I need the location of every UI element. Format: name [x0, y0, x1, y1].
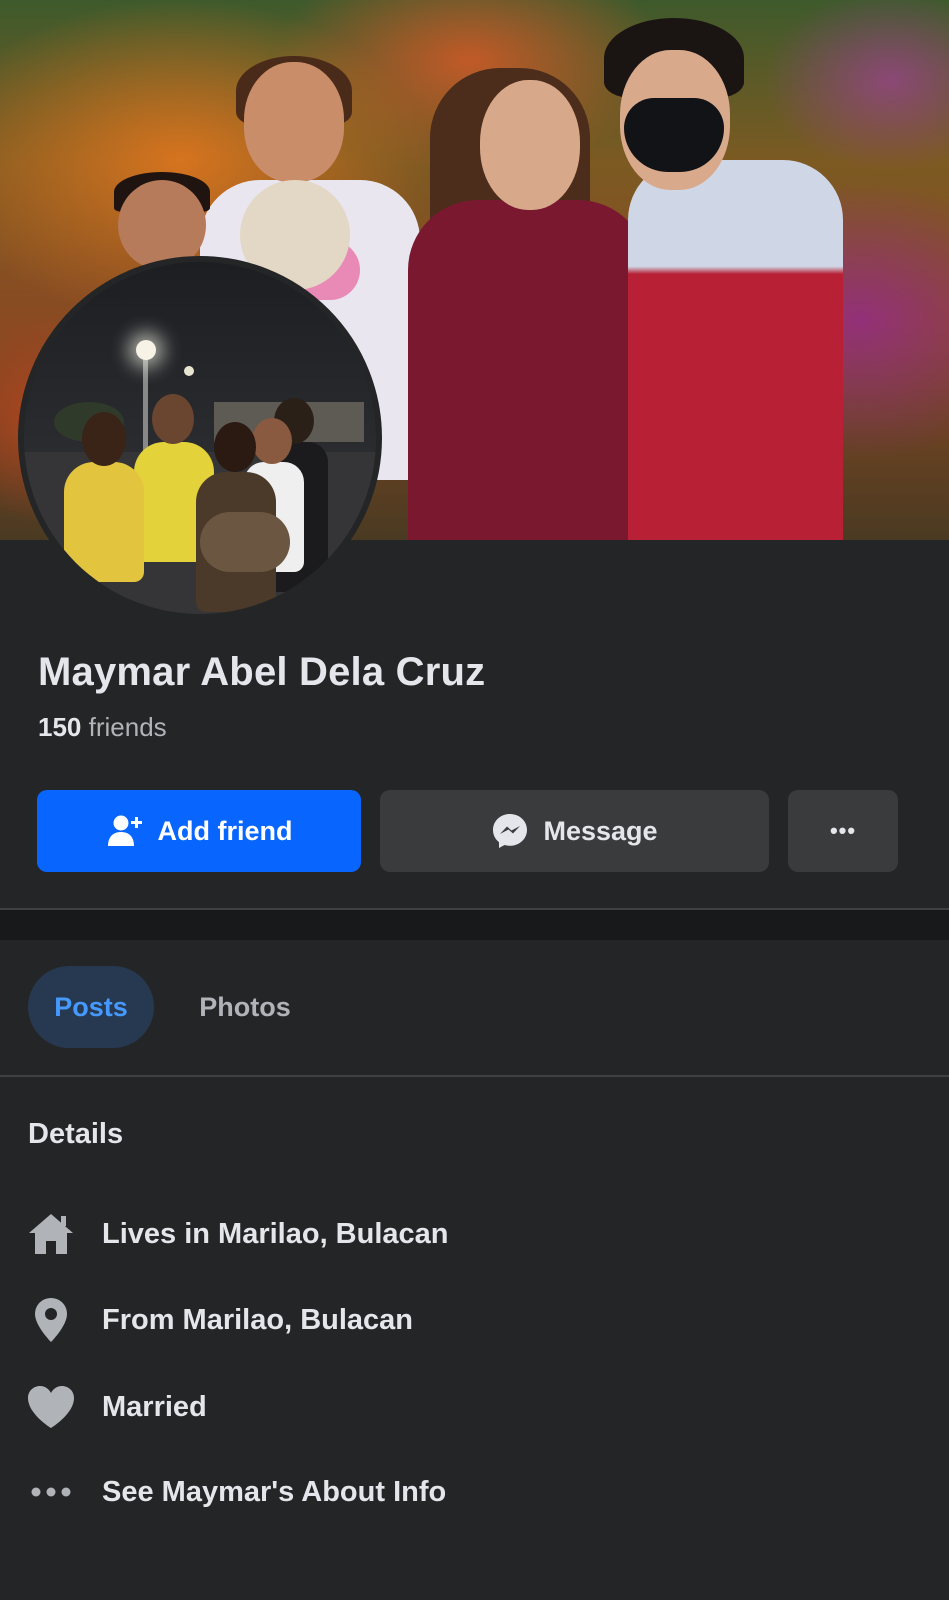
- detail-relationship: Married: [26, 1379, 207, 1435]
- friends-count[interactable]: 150 friends: [38, 712, 167, 743]
- detail-from-text: From Marilao, Bulacan: [102, 1303, 414, 1336]
- tab-photos[interactable]: Photos: [178, 966, 312, 1048]
- add-friend-label: Add friend: [157, 815, 293, 846]
- avatar-dog: [200, 512, 290, 572]
- avatar-figure: [214, 422, 256, 472]
- avatar-figure: [82, 412, 126, 466]
- section-separator-band: [0, 910, 949, 940]
- see-about-info-text: See Maymar's About Info: [102, 1475, 447, 1508]
- tabs-divider: [0, 1075, 949, 1077]
- cover-figure: [480, 80, 580, 210]
- cover-figure: [624, 98, 724, 172]
- avatar-lamp-light: [136, 340, 156, 360]
- detail-from: From Marilao, Bulacan: [26, 1292, 413, 1348]
- profile-name: Maymar Abel Dela Cruz: [38, 650, 486, 694]
- location-pin-icon: [26, 1295, 76, 1345]
- message-label: Message: [543, 815, 658, 846]
- friends-count-number: 150: [38, 712, 82, 742]
- details-heading: Details: [28, 1118, 124, 1150]
- detail-lives-in: Lives in Marilao, Bulacan: [26, 1206, 449, 1262]
- profile-page: Maymar Abel Dela Cruz 150 friends Add fr…: [0, 0, 949, 1600]
- add-friend-button[interactable]: Add friend: [37, 790, 361, 872]
- cover-figure: [244, 62, 344, 182]
- avatar-lamp-light: [184, 366, 194, 376]
- profile-picture[interactable]: [18, 256, 382, 620]
- see-about-info-link[interactable]: See Maymar's About Info: [26, 1464, 446, 1520]
- more-dots-icon: [26, 1467, 76, 1517]
- message-button[interactable]: Message: [380, 790, 769, 872]
- more-options-button[interactable]: •••: [788, 790, 898, 872]
- messenger-icon: [491, 812, 529, 850]
- heart-icon: [26, 1382, 76, 1432]
- add-person-icon: [106, 812, 144, 850]
- avatar-figure: [64, 462, 144, 582]
- tab-posts[interactable]: Posts: [28, 966, 154, 1048]
- more-options-icon: •••: [829, 818, 857, 843]
- avatar-figure: [252, 418, 292, 464]
- cover-figure: [408, 200, 648, 540]
- detail-lives-in-text: Lives in Marilao, Bulacan: [102, 1217, 449, 1250]
- avatar-figure: [152, 394, 194, 444]
- home-icon: [26, 1209, 76, 1259]
- detail-relationship-text: Married: [102, 1390, 207, 1423]
- friends-count-label: friends: [88, 712, 167, 742]
- cover-figure: [628, 160, 843, 540]
